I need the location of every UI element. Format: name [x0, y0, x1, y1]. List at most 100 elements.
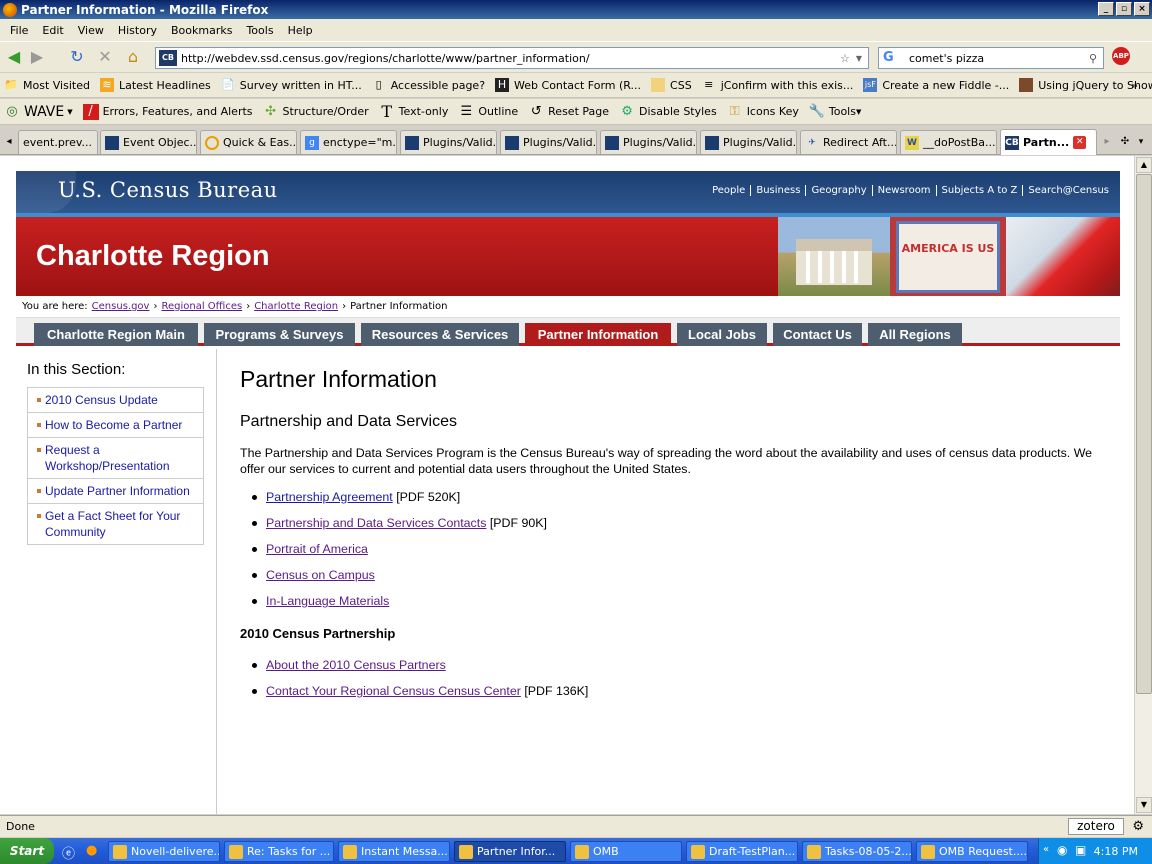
tab-event-prev[interactable]: event.prev... — [18, 130, 98, 154]
bookmark-jconfirm[interactable]: ≡ jConfirm with this exis... — [702, 78, 853, 92]
menu-history[interactable]: History — [111, 24, 164, 37]
vertical-scrollbar[interactable]: ▲ ▼ — [1134, 156, 1152, 814]
taskbar-item-tasks-08[interactable]: Tasks-08-05-2... — [802, 841, 912, 862]
breadcrumb-census-gov[interactable]: Census.gov — [92, 301, 150, 312]
zotero-button[interactable]: zotero — [1068, 818, 1124, 835]
sidebar-item-update-partner[interactable]: Update Partner Information — [28, 479, 203, 504]
search-box[interactable]: G comet's pizza ⚲ — [878, 47, 1104, 69]
tab-dopostback[interactable]: W __doPostBa... — [900, 130, 997, 154]
wave-reset-button[interactable]: ↺ Reset Page — [528, 104, 609, 120]
nav-tab-all-regions[interactable]: All Regions — [868, 323, 962, 346]
bookmark-survey[interactable]: 📄 Survey written in HT... — [221, 78, 362, 92]
scroll-thumb[interactable] — [1136, 174, 1152, 694]
nav-tab-charlotte-main[interactable]: Charlotte Region Main — [34, 323, 198, 346]
menu-file[interactable]: File — [3, 24, 35, 37]
taskbar-item-tasks[interactable]: Re: Tasks for ... — [224, 841, 334, 862]
taskbar-item-omb-request[interactable]: OMB Request.... — [916, 841, 1028, 862]
tab-partner-information[interactable]: CB Partn... ✕ — [1000, 129, 1097, 155]
wave-outline-button[interactable]: ☰ Outline — [458, 104, 519, 120]
link-in-language-materials[interactable]: In-Language Materials — [266, 594, 389, 608]
url-dropdown-icon[interactable]: ▼ — [856, 54, 862, 63]
tab-event-object[interactable]: Event Objec... — [100, 130, 197, 154]
tab-plugins-4[interactable]: Plugins/Valid... — [700, 130, 797, 154]
taskbar-item-partner-info[interactable]: Partner Infor... — [454, 841, 566, 862]
menu-view[interactable]: View — [71, 24, 111, 37]
menu-help[interactable]: Help — [281, 24, 320, 37]
sidebar-item-fact-sheet[interactable]: Get a Fact Sheet for Your Community — [28, 504, 203, 545]
google-search-icon[interactable]: G — [883, 50, 899, 66]
link-about-partners[interactable]: About the 2010 Census Partners — [266, 658, 446, 672]
monitor-icon[interactable]: ▣ — [1075, 843, 1086, 857]
wave-structure-button[interactable]: ✣ Structure/Order — [263, 104, 369, 120]
status-settings-icon[interactable]: ⚙ — [1132, 819, 1144, 834]
bookmark-most-visited[interactable]: 📁 Most Visited — [4, 78, 90, 92]
reload-icon[interactable]: ↻ — [66, 47, 88, 67]
sidebar-item-request-workshop[interactable]: Request a Workshop/Presentation — [28, 438, 203, 479]
tab-enctype[interactable]: g enctype="m... — [300, 130, 397, 154]
link-partnership-agreement[interactable]: Partnership Agreement — [266, 490, 393, 504]
bookmark-web-contact[interactable]: H Web Contact Form (R... — [495, 78, 641, 92]
wave-tools-button[interactable]: 🔧 Tools ▼ — [809, 104, 862, 120]
wave-icons-key-button[interactable]: ⚿ Icons Key — [727, 104, 799, 120]
close-button[interactable]: × — [1134, 2, 1150, 16]
link-partnership-contacts[interactable]: Partnership and Data Services Contacts — [266, 516, 486, 530]
home-icon[interactable]: ⌂ — [122, 47, 144, 67]
address-bar[interactable]: CB http://webdev.ssd.census.gov/regions/… — [155, 47, 869, 69]
link-census-on-campus[interactable]: Census on Campus — [266, 568, 375, 582]
taskbar-item-draft-testplan[interactable]: Draft-TestPlan... — [686, 841, 798, 862]
tab-plugins-1[interactable]: Plugins/Valid... — [400, 130, 497, 154]
tab-plugins-3[interactable]: Plugins/Valid... — [600, 130, 697, 154]
taskbar-item-omb[interactable]: OMB — [570, 841, 682, 862]
start-button[interactable]: Start — [0, 838, 54, 864]
menu-bookmarks[interactable]: Bookmarks — [164, 24, 239, 37]
url-text[interactable]: http://webdev.ssd.census.gov/regions/cha… — [181, 52, 840, 65]
ie-quicklaunch-icon[interactable]: ⓔ — [62, 843, 75, 862]
breadcrumb-regional-offices[interactable]: Regional Offices — [161, 301, 242, 312]
network-icon[interactable]: ◉ — [1057, 843, 1067, 857]
sidebar-item-become-partner[interactable]: How to Become a Partner — [28, 413, 203, 438]
maximize-button[interactable]: ▫ — [1116, 2, 1132, 16]
nav-tab-programs[interactable]: Programs & Surveys — [204, 323, 355, 346]
bookmark-css[interactable]: CSS — [651, 78, 692, 92]
taskbar-item-novell[interactable]: Novell-delivere... — [108, 841, 220, 862]
bookmark-accessible[interactable]: ▯ Accessible page? — [372, 78, 485, 92]
nav-tab-resources[interactable]: Resources & Services — [361, 323, 519, 346]
top-link-search[interactable]: Search@Census — [1022, 185, 1114, 196]
bookmark-star-icon[interactable]: ☆ — [840, 52, 850, 65]
link-portrait-of-america[interactable]: Portrait of America — [266, 542, 368, 556]
scroll-down-icon[interactable]: ▼ — [1136, 797, 1152, 813]
firefox-quicklaunch-icon[interactable]: ● — [86, 843, 97, 858]
bookmark-latest-headlines[interactable]: ≋ Latest Headlines — [99, 78, 211, 92]
wave-menu-button[interactable]: ◎ WAVE ▼ — [4, 104, 72, 120]
link-contact-regional-center[interactable]: Contact Your Regional Census Census Cent… — [266, 684, 521, 698]
census-logo[interactable]: U.S. Census Bureau — [58, 178, 278, 202]
new-tab-icon[interactable]: ✣ — [1118, 132, 1132, 152]
menu-tools[interactable]: Tools — [239, 24, 280, 37]
wave-disable-styles-button[interactable]: ⚙ Disable Styles — [619, 104, 717, 120]
top-link-business[interactable]: Business — [750, 185, 805, 196]
nav-tab-partner-information[interactable]: Partner Information — [525, 323, 671, 346]
bookmark-fiddle[interactable]: jsF Create a new Fiddle -... — [863, 78, 1009, 92]
top-link-people[interactable]: People — [707, 185, 750, 196]
breadcrumb-charlotte-region[interactable]: Charlotte Region — [254, 301, 338, 312]
magnifier-icon[interactable]: ⚲ — [1089, 52, 1097, 65]
minimize-button[interactable]: _ — [1098, 2, 1114, 16]
tray-expand-icon[interactable]: « — [1043, 844, 1049, 855]
nav-tab-local-jobs[interactable]: Local Jobs — [677, 323, 767, 346]
bookmarks-overflow-icon[interactable]: » — [1131, 79, 1138, 92]
tab-scroll-right-icon[interactable]: ▸ — [1100, 132, 1114, 152]
tab-close-icon[interactable]: ✕ — [1073, 136, 1087, 149]
tab-plugins-2[interactable]: Plugins/Valid... — [500, 130, 597, 154]
top-link-subjects[interactable]: Subjects A to Z — [935, 185, 1023, 196]
wave-textonly-button[interactable]: T Text-only — [379, 103, 448, 120]
menu-edit[interactable]: Edit — [35, 24, 70, 37]
wave-errors-button[interactable]: / Errors, Features, and Alerts — [82, 103, 253, 120]
taskbar-item-instant-messa[interactable]: Instant Messa... — [338, 841, 450, 862]
scroll-up-icon[interactable]: ▲ — [1136, 157, 1152, 173]
top-link-geography[interactable]: Geography — [805, 185, 871, 196]
search-input[interactable]: comet's pizza — [909, 52, 1089, 65]
nav-tab-contact-us[interactable]: Contact Us — [773, 323, 862, 346]
tab-redirect[interactable]: ✈ Redirect Aft... — [800, 130, 897, 154]
back-icon[interactable]: ◀ — [3, 47, 25, 67]
forward-icon[interactable]: ▶ — [26, 47, 48, 67]
